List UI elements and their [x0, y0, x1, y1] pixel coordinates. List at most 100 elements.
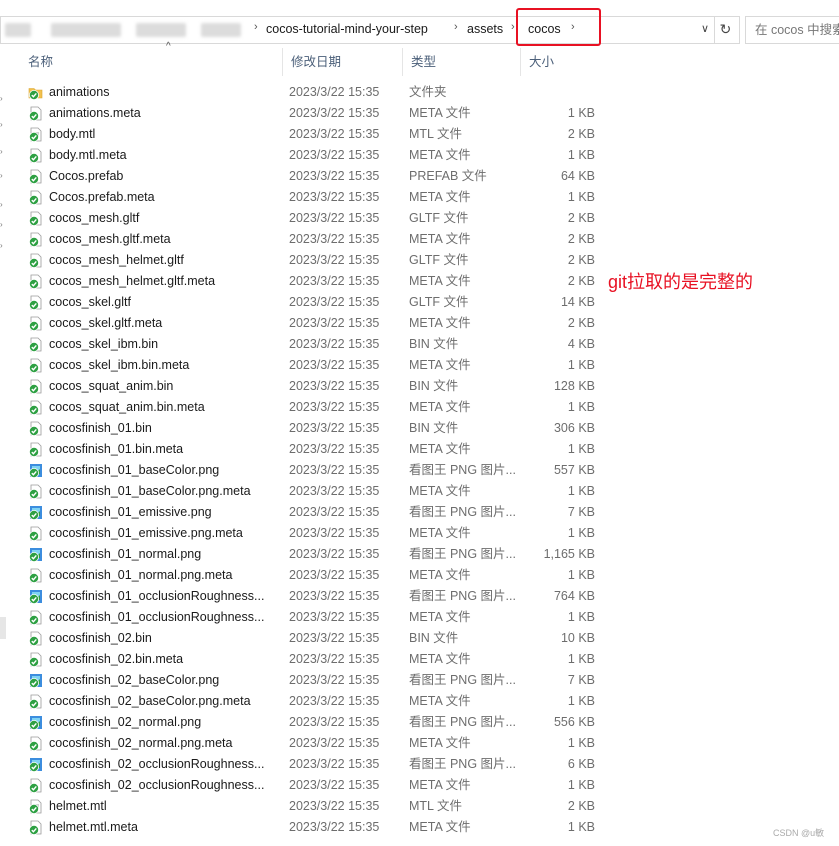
- file-row[interactable]: cocosfinish_01.bin.meta 2023/3/22 15:35 ME…: [20, 439, 620, 460]
- column-header-date[interactable]: 修改日期: [282, 48, 402, 76]
- file-size: 6 KB: [567, 757, 595, 771]
- file-date: 2023/3/22 15:35: [289, 631, 380, 645]
- file-icon: [28, 337, 43, 352]
- file-row[interactable]: Cocos.prefab.meta 2023/3/22 15:35 META 文件 1…: [20, 187, 620, 208]
- file-icon: [28, 421, 43, 436]
- file-row[interactable]: cocos_mesh_helmet.gltf 2023/3/22 15:35 GLT…: [20, 250, 620, 271]
- scrollbar-thumb[interactable]: [0, 617, 6, 639]
- file-size: 556 KB: [553, 715, 595, 729]
- file-row[interactable]: cocos_squat_anim.bin 2023/3/22 15:35 BIN 文…: [20, 376, 620, 397]
- expand-arrow-icon[interactable]: ›: [0, 220, 3, 229]
- file-row[interactable]: cocosfinish_01_occlusionRoughness... 2023…: [20, 586, 620, 607]
- file-date: 2023/3/22 15:35: [289, 484, 380, 498]
- file-row[interactable]: cocosfinish_01_baseColor.png.meta 2023/3/…: [20, 481, 620, 502]
- file-row[interactable]: cocos_skel.gltf.meta 2023/3/22 15:35 META …: [20, 313, 620, 334]
- breadcrumb-item[interactable]: cocos-tutorial-mind-your-step: [266, 22, 428, 36]
- image-file-icon: [28, 589, 43, 604]
- file-name: cocos_mesh_helmet.gltf: [49, 253, 184, 267]
- file-row[interactable]: cocosfinish_01_occlusionRoughness... 2023…: [20, 607, 620, 628]
- file-row[interactable]: cocosfinish_01_normal.png 2023/3/22 15:35…: [20, 544, 620, 565]
- file-row[interactable]: cocosfinish_02_baseColor.png.meta 2023/3/…: [20, 691, 620, 712]
- file-type: META 文件: [409, 484, 471, 498]
- file-row[interactable]: animations 2023/3/22 15:35 文件夹: [20, 82, 620, 103]
- file-date: 2023/3/22 15:35: [289, 211, 380, 225]
- file-row[interactable]: animations.meta 2023/3/22 15:35 META 文件 1 K…: [20, 103, 620, 124]
- file-name: cocosfinish_01_baseColor.png.meta: [49, 484, 251, 498]
- blurred-path-segment: [136, 23, 186, 37]
- file-icon: [28, 211, 43, 226]
- file-row[interactable]: body.mtl.meta 2023/3/22 15:35 META 文件 1 KB: [20, 145, 620, 166]
- file-type: META 文件: [409, 190, 471, 204]
- expand-arrow-icon[interactable]: ›: [0, 120, 3, 129]
- file-icon: [28, 190, 43, 205]
- file-size: 1 KB: [567, 148, 595, 162]
- expand-arrow-icon[interactable]: ›: [0, 241, 3, 250]
- column-header-type[interactable]: 类型: [402, 48, 522, 76]
- breadcrumb-item[interactable]: assets: [467, 22, 503, 36]
- file-row[interactable]: helmet.mtl.meta 2023/3/22 15:35 META 文件 1 K…: [20, 817, 620, 838]
- column-header-name[interactable]: 名称: [20, 48, 282, 76]
- expand-arrow-icon[interactable]: ›: [0, 171, 3, 180]
- image-file-icon: [28, 715, 43, 730]
- file-row[interactable]: cocos_skel_ibm.bin.meta 2023/3/22 15:35 ME…: [20, 355, 620, 376]
- file-type: BIN 文件: [409, 421, 459, 435]
- file-icon: [28, 400, 43, 415]
- expand-arrow-icon[interactable]: ›: [0, 94, 3, 103]
- file-row[interactable]: cocosfinish_02_normal.png.meta 2023/3/22 …: [20, 733, 620, 754]
- file-name: cocosfinish_01_baseColor.png: [49, 463, 220, 477]
- search-input[interactable]: 在 cocos 中搜索: [745, 16, 839, 44]
- file-icon: [28, 652, 43, 667]
- file-date: 2023/3/22 15:35: [289, 316, 380, 330]
- file-date: 2023/3/22 15:35: [289, 568, 380, 582]
- file-row[interactable]: cocosfinish_01_normal.png.meta 2023/3/22 …: [20, 565, 620, 586]
- file-size: 1 KB: [567, 820, 595, 834]
- file-row[interactable]: helmet.mtl 2023/3/22 15:35 MTL 文件 2 KB: [20, 796, 620, 817]
- file-size: 557 KB: [553, 463, 595, 477]
- file-size: 2 KB: [567, 253, 595, 267]
- address-bar[interactable]: › cocos-tutorial-mind-your-step › assets…: [0, 16, 740, 44]
- file-size: 1 KB: [567, 778, 595, 792]
- file-row[interactable]: cocos_mesh.gltf.meta 2023/3/22 15:35 META …: [20, 229, 620, 250]
- file-name: cocosfinish_01_emissive.png: [49, 505, 212, 519]
- chevron-right-icon[interactable]: ›: [454, 21, 458, 33]
- chevron-down-icon[interactable]: ∨: [701, 22, 709, 35]
- file-date: 2023/3/22 15:35: [289, 673, 380, 687]
- expand-arrow-icon[interactable]: ›: [0, 200, 3, 209]
- file-row[interactable]: Cocos.prefab 2023/3/22 15:35 PREFAB 文件 64 K…: [20, 166, 620, 187]
- file-row[interactable]: cocosfinish_01_emissive.png 2023/3/22 15:…: [20, 502, 620, 523]
- file-row[interactable]: cocosfinish_01_emissive.png.meta 2023/3/2…: [20, 523, 620, 544]
- file-type: MTL 文件: [409, 799, 463, 813]
- file-row[interactable]: cocosfinish_02.bin.meta 2023/3/22 15:35 ME…: [20, 649, 620, 670]
- file-row[interactable]: cocosfinish_02_occlusionRoughness... 2023…: [20, 775, 620, 796]
- file-row[interactable]: cocos_skel.gltf 2023/3/22 15:35 GLTF 文件 14 …: [20, 292, 620, 313]
- chevron-right-icon[interactable]: ›: [511, 21, 515, 33]
- file-size: 1 KB: [567, 610, 595, 624]
- file-size: 10 KB: [560, 631, 595, 645]
- expand-arrow-icon[interactable]: ›: [0, 147, 3, 156]
- file-row[interactable]: cocos_mesh.gltf 2023/3/22 15:35 GLTF 文件 2 K…: [20, 208, 620, 229]
- file-name: Cocos.prefab.meta: [49, 190, 155, 204]
- file-row[interactable]: cocosfinish_02.bin 2023/3/22 15:35 BIN 文件 1…: [20, 628, 620, 649]
- chevron-right-icon[interactable]: ›: [254, 21, 258, 33]
- file-row[interactable]: cocosfinish_02_baseColor.png 2023/3/22 15…: [20, 670, 620, 691]
- file-icon: [28, 631, 43, 646]
- file-size: 4 KB: [567, 337, 595, 351]
- image-file-icon: [28, 547, 43, 562]
- file-row[interactable]: cocos_skel_ibm.bin 2023/3/22 15:35 BIN 文件 4…: [20, 334, 620, 355]
- file-row[interactable]: cocos_mesh_helmet.gltf.meta 2023/3/22 15:…: [20, 271, 620, 292]
- file-name: animations: [49, 85, 110, 99]
- file-row[interactable]: cocosfinish_01.bin 2023/3/22 15:35 BIN 文件 3…: [20, 418, 620, 439]
- file-type: 文件夹: [409, 85, 447, 99]
- file-row[interactable]: cocosfinish_01_baseColor.png 2023/3/22 15…: [20, 460, 620, 481]
- column-header-size[interactable]: 大小: [520, 48, 602, 76]
- file-row[interactable]: cocos_squat_anim.bin.meta 2023/3/22 15:35…: [20, 397, 620, 418]
- file-list: animations 2023/3/22 15:35 文件夹 animations.m…: [20, 82, 620, 838]
- file-row[interactable]: cocosfinish_02_normal.png 2023/3/22 15:35…: [20, 712, 620, 733]
- file-name: cocosfinish_01_occlusionRoughness...: [49, 610, 265, 624]
- file-row[interactable]: body.mtl 2023/3/22 15:35 MTL 文件 2 KB: [20, 124, 620, 145]
- refresh-icon[interactable]: ↻: [714, 16, 736, 44]
- file-date: 2023/3/22 15:35: [289, 778, 380, 792]
- file-icon: [28, 694, 43, 709]
- file-row[interactable]: cocosfinish_02_occlusionRoughness... 2023…: [20, 754, 620, 775]
- file-size: 2 KB: [567, 799, 595, 813]
